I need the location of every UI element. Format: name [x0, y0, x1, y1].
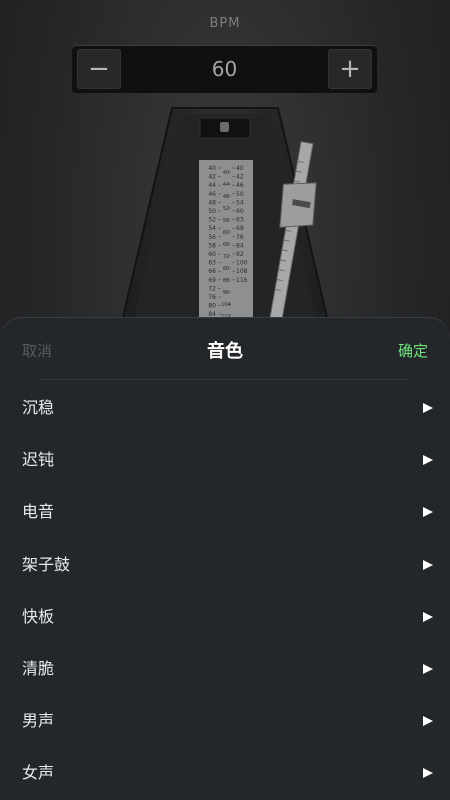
- sound-item-label: 沉稳: [22, 398, 55, 417]
- scale-number: 60: [236, 208, 244, 215]
- scale-number: 63: [208, 260, 216, 267]
- increase-bpm-button[interactable]: +: [328, 49, 372, 89]
- bpm-control: − 60 +: [72, 45, 377, 93]
- scale-number: 42: [236, 174, 244, 181]
- scale-number: 96: [223, 290, 229, 296]
- scale-number: 42: [208, 174, 216, 181]
- sound-item-label: 女声: [22, 763, 55, 783]
- sound-item-3[interactable]: 架子鼓: [0, 539, 450, 591]
- sound-item-7[interactable]: 女声: [0, 747, 450, 799]
- scale-number: 72: [223, 254, 229, 260]
- scale-number: 40: [223, 170, 229, 176]
- scale-number: 80: [223, 266, 229, 272]
- scale-number: 56: [223, 218, 229, 224]
- play-icon[interactable]: [422, 663, 434, 675]
- decrease-bpm-button[interactable]: −: [77, 49, 121, 89]
- scale-number: 54: [236, 199, 244, 206]
- sound-picker-sheet: 取消 音色 确定 沉稳 迟钝 电音 架子鼓 快板 清脆 男声 女声: [0, 318, 450, 800]
- metronome-illustration: 40424446485052545658606366697276808488 4…: [118, 107, 332, 330]
- scale-number: 46: [236, 182, 244, 189]
- bpm-value: 60: [211, 57, 238, 81]
- scale-number: 60: [223, 230, 229, 236]
- scale-number: 52: [208, 217, 216, 224]
- scale-number: 46: [208, 191, 216, 198]
- scale-number: 100: [236, 260, 248, 267]
- scale-number: 48: [208, 199, 216, 206]
- scale-number: 66: [223, 242, 229, 248]
- scale-number: 44: [208, 182, 216, 189]
- play-icon[interactable]: [422, 611, 434, 623]
- sound-item-label: 架子鼓: [22, 554, 71, 574]
- sound-item-label: 清脆: [22, 658, 55, 678]
- sound-item-2[interactable]: 电音: [0, 486, 450, 538]
- scale-number: 76: [236, 234, 244, 241]
- scale-number: 104: [221, 302, 231, 308]
- scale-number: 84: [236, 242, 244, 249]
- scale-number: 50: [236, 191, 244, 198]
- scale-number: 58: [208, 242, 216, 249]
- scale-number: 54: [208, 225, 216, 232]
- play-icon[interactable]: [422, 767, 434, 779]
- scale-number: 76: [208, 294, 216, 301]
- play-icon[interactable]: [422, 559, 434, 571]
- scale-number: 44: [223, 182, 229, 188]
- scale-number: 50: [208, 208, 216, 215]
- sound-list: 沉稳 迟钝 电音 架子鼓 快板 清脆 男声 女声: [0, 382, 450, 800]
- scale-number: 66: [208, 268, 216, 275]
- play-icon[interactable]: [422, 506, 434, 518]
- scale-number: 40: [208, 165, 216, 172]
- sound-item-0[interactable]: 沉稳: [0, 382, 450, 434]
- scale-number: 63: [236, 217, 244, 224]
- scale-number: 52: [223, 206, 229, 212]
- scale-number: 80: [208, 303, 216, 310]
- sound-item-1[interactable]: 迟钝: [0, 434, 450, 486]
- sound-item-label: 快板: [22, 606, 55, 626]
- bpm-label: BPM: [209, 16, 241, 31]
- scale-number: 88: [223, 278, 229, 284]
- play-icon[interactable]: [422, 454, 434, 466]
- sound-item-label: 男声: [22, 711, 55, 731]
- divider: [40, 379, 410, 380]
- sound-item-6[interactable]: 男声: [0, 695, 450, 747]
- scale-number: 69: [208, 277, 216, 284]
- sound-item-label: 迟钝: [22, 450, 55, 470]
- scale-number: 60: [208, 251, 216, 258]
- scale-number: 56: [208, 234, 216, 241]
- scale-number: 116: [236, 277, 248, 284]
- scale-number: 48: [223, 194, 229, 200]
- sheet-title: 音色: [207, 341, 243, 362]
- play-icon[interactable]: [422, 715, 434, 727]
- sound-item-4[interactable]: 快板: [0, 591, 450, 643]
- scale-number: 108: [236, 268, 248, 275]
- sound-item-label: 电音: [22, 502, 55, 522]
- scale-number: 92: [236, 251, 244, 258]
- play-icon[interactable]: [422, 402, 434, 414]
- scale-number: 40: [236, 165, 244, 172]
- confirm-button[interactable]: 确定: [398, 340, 428, 361]
- scale-number: 72: [208, 285, 216, 292]
- sound-item-5[interactable]: 清脆: [0, 643, 450, 695]
- scale-number: 69: [236, 225, 244, 232]
